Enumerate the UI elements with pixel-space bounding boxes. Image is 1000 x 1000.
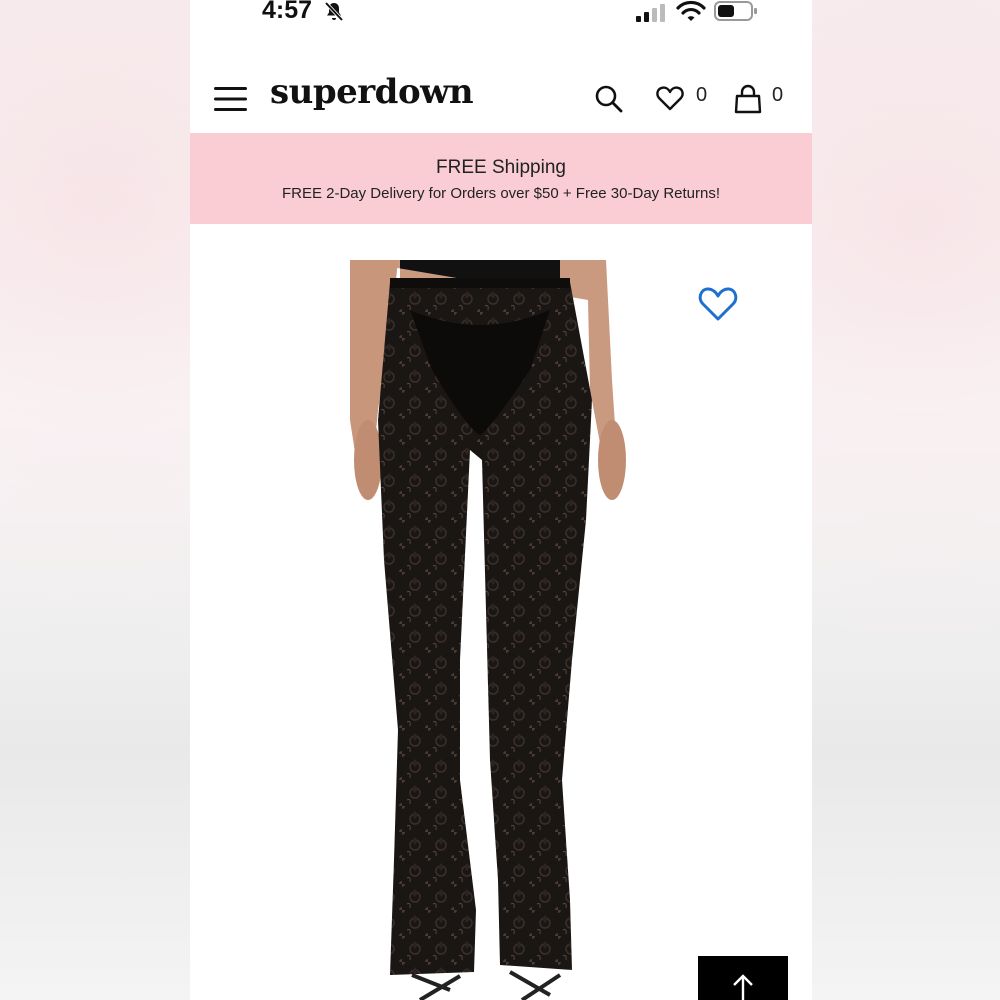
status-time: 4:57	[262, 0, 313, 24]
phone-screen: 4:57 superdown 0 0 FREE Shipping FREE 2-…	[190, 0, 812, 1000]
menu-icon[interactable]	[214, 86, 248, 112]
banner-subtitle: FREE 2-Day Delivery for Orders over $50 …	[281, 185, 721, 202]
site-logo[interactable]: superdown	[270, 72, 474, 112]
heart-outline-icon[interactable]	[698, 284, 738, 324]
signal-icon	[636, 4, 665, 22]
search-icon[interactable]	[594, 84, 624, 114]
bell-off-icon	[324, 1, 344, 22]
arrow-up-icon	[733, 974, 753, 1000]
banner-title: FREE Shipping	[436, 157, 566, 178]
promo-banner[interactable]: FREE Shipping FREE 2-Day Delivery for Or…	[190, 133, 812, 224]
scroll-to-top-button[interactable]	[698, 956, 788, 1000]
wifi-icon	[676, 0, 706, 21]
bag-icon[interactable]	[734, 84, 762, 114]
site-header: superdown 0 0	[190, 70, 812, 130]
product-gallery	[190, 224, 812, 1000]
wishlist-count: 0	[696, 84, 708, 106]
product-image[interactable]	[350, 260, 650, 1000]
bag-count: 0	[772, 84, 784, 106]
battery-icon	[714, 1, 757, 21]
heart-icon[interactable]	[656, 84, 684, 112]
